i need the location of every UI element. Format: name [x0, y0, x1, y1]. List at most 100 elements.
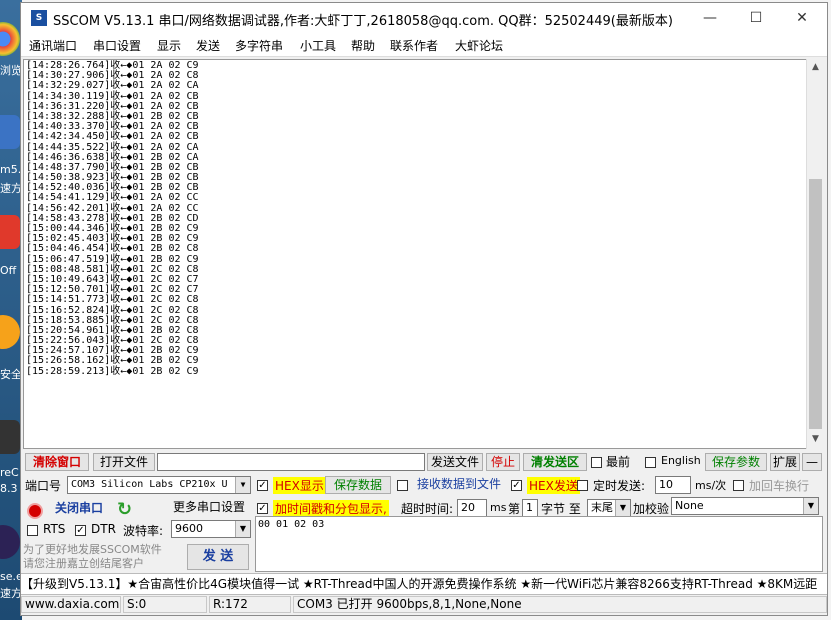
- interval-unit: ms/次: [695, 479, 727, 492]
- baud-select[interactable]: 9600 ▼: [171, 520, 251, 538]
- security-icon[interactable]: [0, 315, 20, 349]
- open-file-button[interactable]: 打开文件: [93, 453, 155, 471]
- title-bar[interactable]: S SSCOM V5.13.1 串口/网络数据调试器,作者:大虾丁丁,26180…: [21, 3, 827, 34]
- scroll-up-icon[interactable]: ▲: [807, 59, 824, 76]
- desktop-strip: 浏览 m5.1 速方 Off 安全 reC 8.3 se.e 速方: [0, 0, 22, 620]
- chevron-down-icon: ▼: [235, 521, 250, 537]
- add-crlf-checkbox[interactable]: [733, 480, 744, 491]
- scroll-down-icon[interactable]: ▼: [807, 431, 824, 448]
- byte-unit-label: 字节 至: [541, 502, 581, 516]
- recv-to-file-button[interactable]: 接收数据到文件: [413, 476, 505, 494]
- expand-button[interactable]: 扩展: [770, 453, 800, 471]
- sscom-logo-icon: S: [31, 10, 47, 26]
- dtr-checkbox[interactable]: ✓: [75, 525, 86, 536]
- receive-area[interactable]: [14:28:26.764]收←◆01 2A 02 C9 [14:30:27.90…: [23, 59, 807, 449]
- desktop-label: m5.1: [0, 163, 22, 176]
- menu-display[interactable]: 显示: [157, 37, 181, 54]
- interval-input[interactable]: 10: [655, 476, 691, 494]
- file-path-input[interactable]: [157, 453, 425, 471]
- menu-port-settings[interactable]: 串口设置: [93, 37, 141, 54]
- desktop-label: 8.3: [0, 482, 18, 495]
- timed-send-checkbox[interactable]: [577, 480, 588, 491]
- scroll-thumb[interactable]: [809, 179, 822, 429]
- byte-label: 第: [508, 502, 521, 516]
- timeout-label: 超时时间:: [401, 502, 454, 516]
- english-label: English: [661, 454, 701, 467]
- end-select[interactable]: 末尾 ▼: [587, 499, 631, 517]
- menu-contact-author[interactable]: 联系作者: [390, 37, 438, 54]
- close-port-button[interactable]: 关闭串口: [47, 500, 111, 518]
- desktop-label: 浏览: [0, 64, 22, 77]
- baud-value: 9600: [175, 522, 203, 535]
- menu-bar: 通讯端口 串口设置 显示 发送 多字符串 小工具 帮助 联系作者 大虾论坛: [21, 34, 827, 57]
- menu-help[interactable]: 帮助: [351, 37, 375, 54]
- promo-text: 为了更好地发展SSCOM软件 请您注册嘉立创结尾客户: [23, 543, 162, 570]
- timestamp-label: 加时间戳和分包显示,: [273, 500, 389, 517]
- sent-count: S:0: [123, 596, 207, 613]
- clear-window-button[interactable]: 清除窗口: [25, 453, 89, 471]
- port-value: COM3 Silicon Labs CP210x U: [71, 479, 228, 490]
- website-link[interactable]: www.daxia.com: [21, 596, 121, 613]
- chrome-icon[interactable]: [0, 22, 20, 56]
- desktop-label: 速方: [0, 182, 22, 195]
- rts-label: RTS: [43, 522, 66, 536]
- menu-tools[interactable]: 小工具: [300, 37, 336, 54]
- front-most-checkbox[interactable]: [591, 457, 602, 468]
- clear-send-button[interactable]: 清发送区: [523, 453, 587, 471]
- save-data-button[interactable]: 保存数据: [325, 476, 391, 494]
- send-file-button[interactable]: 发送文件: [427, 453, 483, 471]
- wps-icon[interactable]: [0, 215, 20, 249]
- menu-send[interactable]: 发送: [196, 37, 220, 54]
- menu-forum[interactable]: 大虾论坛: [455, 37, 503, 54]
- checksum-value: None: [675, 499, 704, 512]
- minimize-button[interactable]: —: [687, 3, 733, 34]
- desktop-label: 速方: [0, 587, 22, 600]
- port-status: COM3 已打开 9600bps,8,1,None,None: [293, 596, 827, 613]
- ms-label: ms: [490, 501, 507, 514]
- desktop-label: 安全: [0, 368, 22, 381]
- collapse-button[interactable]: —: [802, 453, 822, 471]
- app-icon[interactable]: [0, 420, 20, 454]
- hex-display-label: HEX显示: [273, 477, 326, 494]
- sscom-window: S SSCOM V5.13.1 串口/网络数据调试器,作者:大虾丁丁,26180…: [20, 2, 828, 616]
- port-label: 端口号: [25, 479, 62, 493]
- send-input[interactable]: 00 01 02 03: [255, 516, 823, 572]
- chevron-down-icon: ▼: [615, 500, 630, 516]
- refresh-icon[interactable]: ↻: [117, 499, 132, 520]
- baud-label: 波特率:: [123, 524, 164, 538]
- english-checkbox[interactable]: [645, 457, 656, 468]
- recv-to-file-checkbox[interactable]: [397, 480, 408, 491]
- timeout-input[interactable]: 20: [457, 499, 487, 517]
- timed-send-label: 定时发送:: [593, 479, 646, 493]
- port-select[interactable]: COM3 Silicon Labs CP210x U ▼: [67, 476, 251, 494]
- app-icon[interactable]: [0, 115, 20, 149]
- close-button[interactable]: ✕: [779, 3, 825, 34]
- byte-input[interactable]: 1: [522, 499, 538, 517]
- eclipse-icon[interactable]: [0, 525, 20, 559]
- desktop-label: se.e: [0, 570, 22, 583]
- receive-line: [15:28:59.213]收←◆01 2B 02 C9: [26, 365, 199, 377]
- window-title: SSCOM V5.13.1 串口/网络数据调试器,作者:大虾丁丁,2618058…: [53, 14, 673, 29]
- desktop-label: reC: [0, 466, 19, 479]
- rts-checkbox[interactable]: [27, 525, 38, 536]
- hex-display-checkbox[interactable]: ✓: [257, 480, 268, 491]
- hex-send-checkbox[interactable]: ✓: [511, 480, 522, 491]
- more-settings-button[interactable]: 更多串口设置: [167, 499, 251, 517]
- receive-scrollbar[interactable]: ▲ ▼: [806, 59, 824, 449]
- news-ticker[interactable]: 【升级到V5.13.1】★合宙高性价比4G模块值得一试 ★RT-Thread中国…: [21, 573, 827, 595]
- received-count: R:172: [209, 596, 291, 613]
- menu-comm-port[interactable]: 通讯端口: [29, 37, 77, 54]
- send-button[interactable]: 发 送: [187, 544, 249, 570]
- receive-log: [14:28:26.764]收←◆01 2A 02 C9 [14:30:27.90…: [26, 60, 199, 377]
- timestamp-checkbox[interactable]: ✓: [257, 503, 268, 514]
- menu-multi-string[interactable]: 多字符串: [235, 37, 283, 54]
- checksum-select[interactable]: None ▼: [671, 497, 819, 515]
- receive-line: [15:14:51.773]收←◆01 2C 02 C8: [26, 294, 199, 306]
- save-params-button[interactable]: 保存参数: [705, 453, 767, 471]
- maximize-button[interactable]: ☐: [733, 3, 779, 34]
- stop-button[interactable]: 停止: [486, 453, 520, 471]
- checksum-label: 加校验: [633, 502, 670, 516]
- send-content: 00 01 02 03: [258, 519, 325, 530]
- desktop-label: Off: [0, 264, 17, 277]
- chevron-down-icon: ▼: [803, 498, 818, 514]
